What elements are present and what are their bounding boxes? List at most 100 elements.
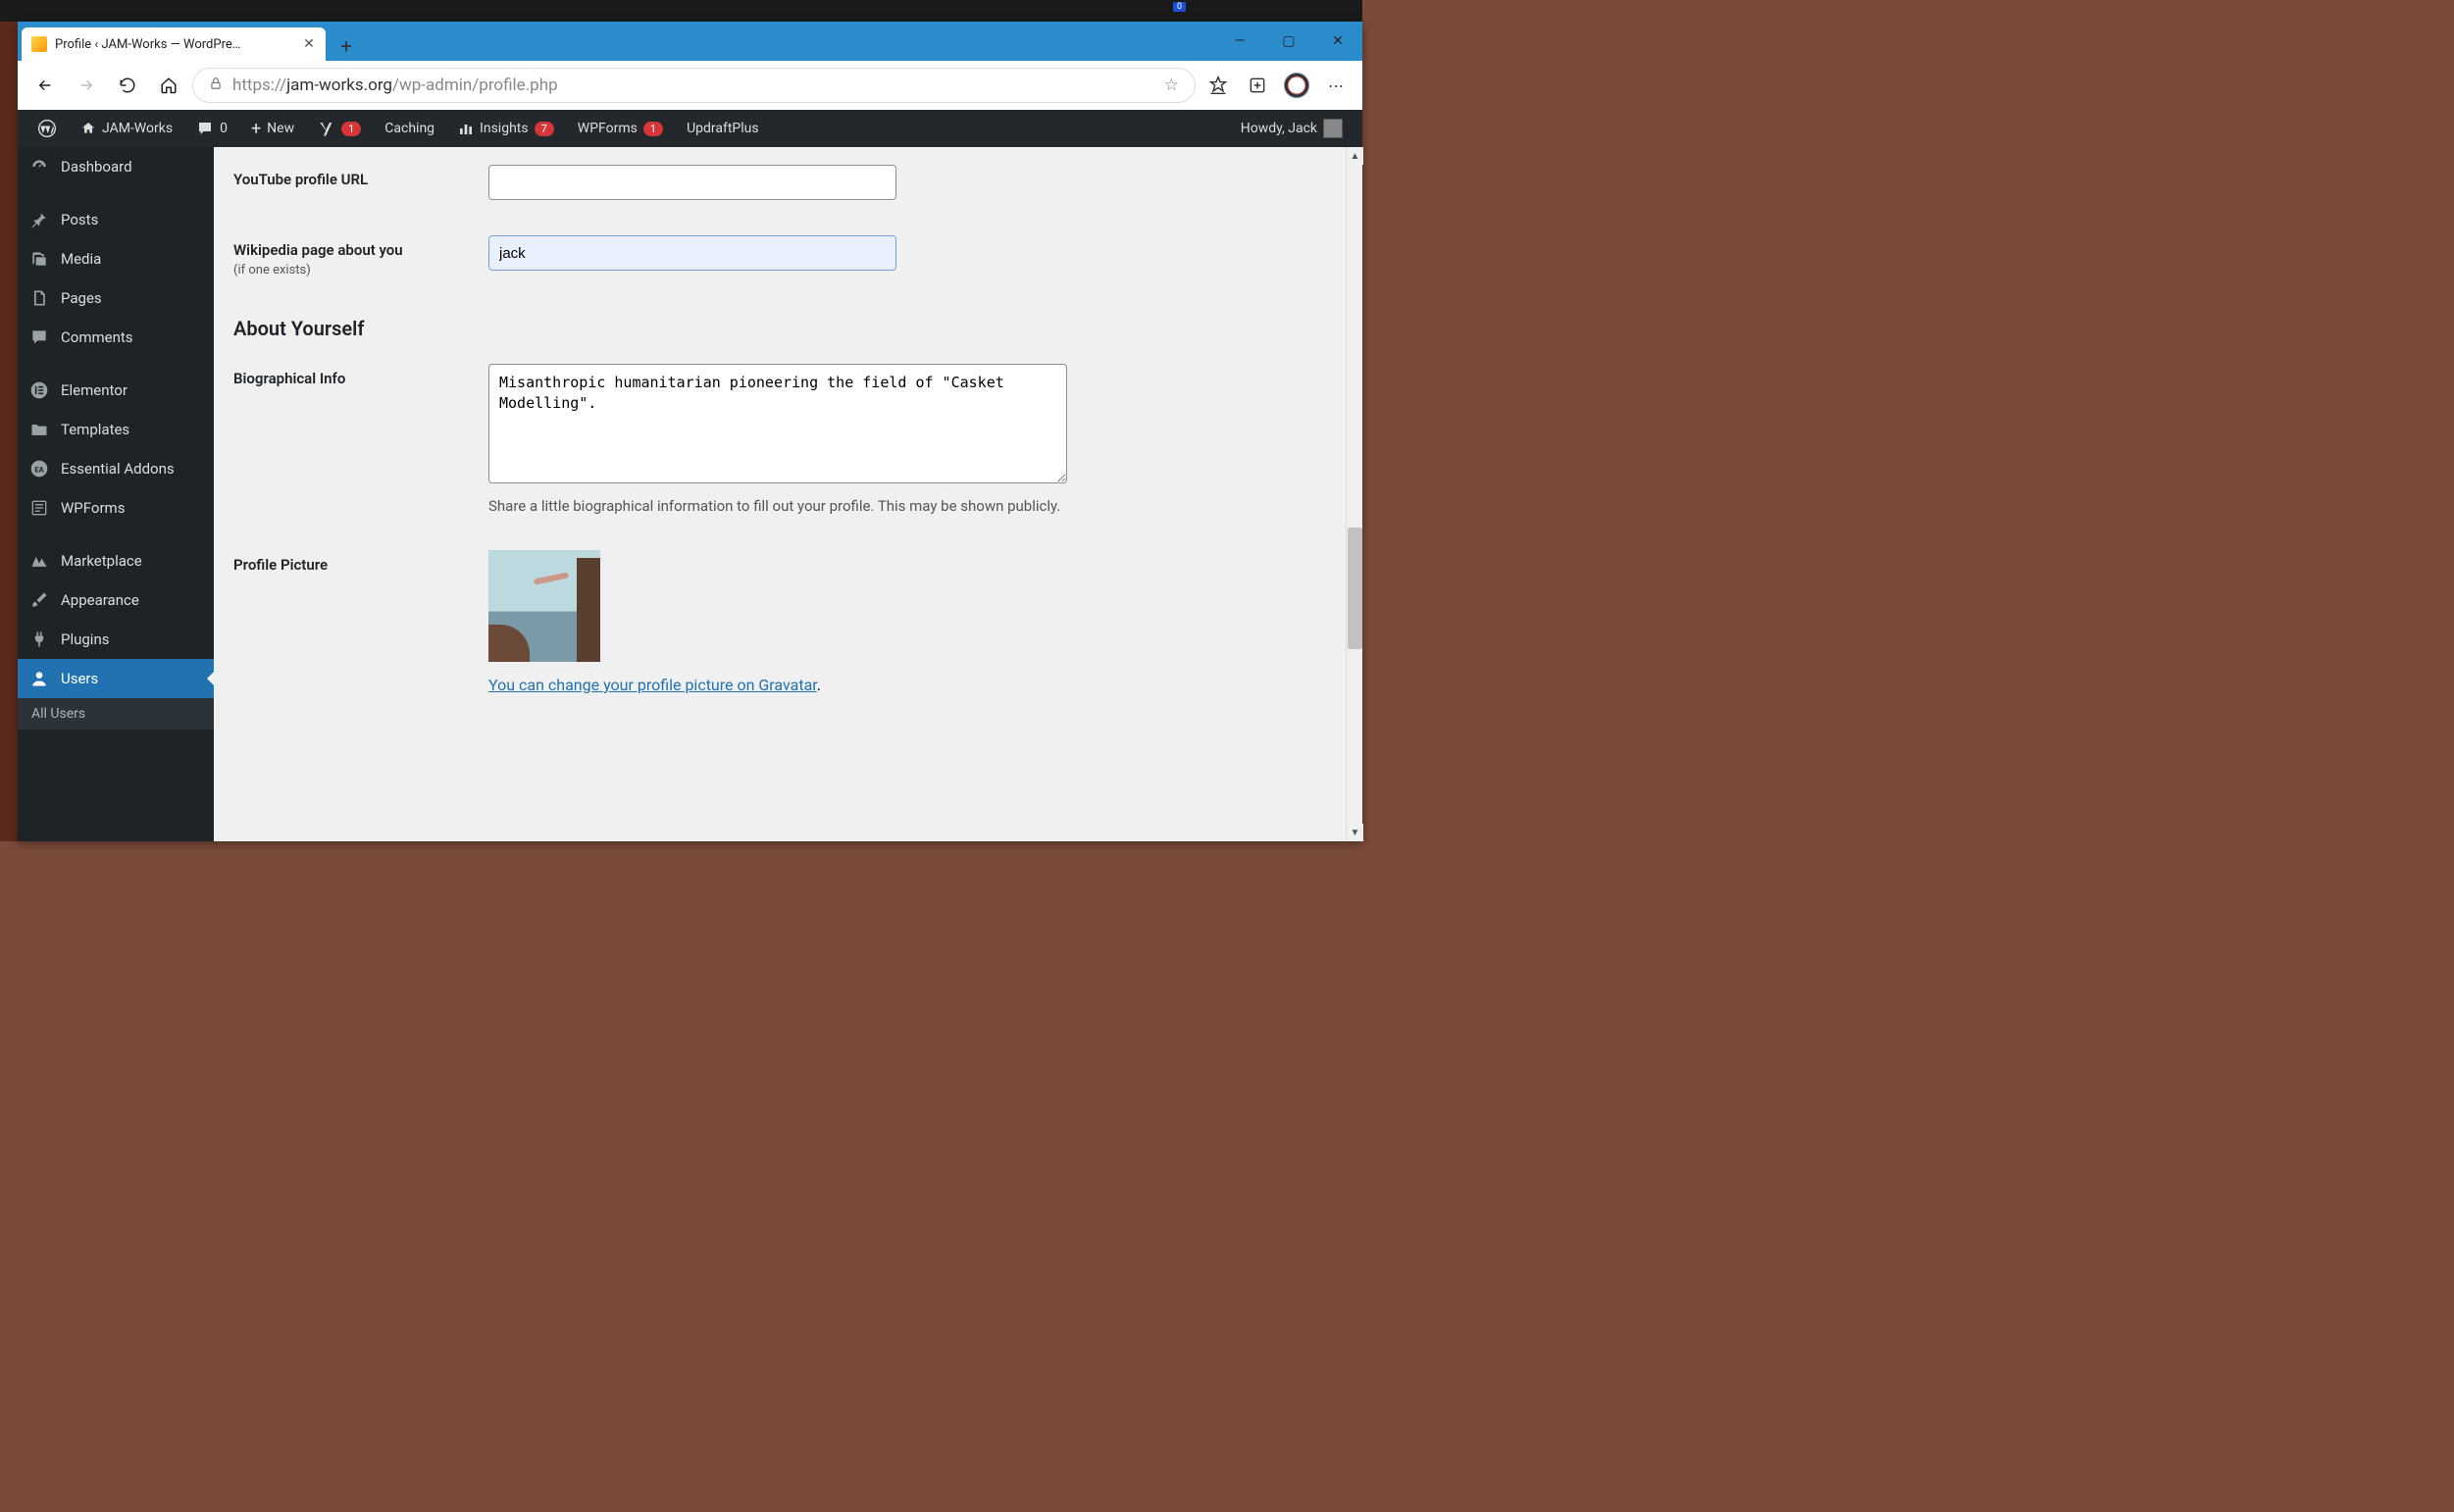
lock-icon: [209, 76, 223, 94]
svg-text:EA: EA: [34, 465, 44, 474]
wpforms-link[interactable]: WPForms1: [568, 110, 673, 147]
page-icon: [29, 288, 49, 308]
sidebar-item-label: Media: [61, 250, 101, 268]
home-button[interactable]: [151, 68, 186, 103]
favorite-star-icon[interactable]: ☆: [1164, 76, 1179, 95]
elementor-icon: [29, 380, 49, 400]
sidebar-item-media[interactable]: Media: [18, 239, 214, 278]
extension-seal-icon[interactable]: [1280, 69, 1313, 102]
youtube-input[interactable]: [488, 165, 896, 200]
tab-close-button[interactable]: ✕: [302, 37, 316, 51]
gravatar-link[interactable]: You can change your profile picture on G…: [488, 676, 817, 694]
browser-tabstrip: Profile ‹ JAM-Works — WordPre… ✕ + — ▢ ✕: [18, 22, 1362, 61]
sidebar-item-appearance[interactable]: Appearance: [18, 580, 214, 620]
sidebar-item-label: Templates: [61, 421, 129, 438]
youtube-label: YouTube profile URL: [233, 165, 488, 188]
sidebar-item-label: Users: [61, 670, 98, 687]
field-row-bio: Biographical Info Share a little biograp…: [233, 346, 1343, 532]
wpforms-icon: [29, 498, 49, 518]
user-icon: [29, 669, 49, 688]
sidebar-item-label: Posts: [61, 211, 98, 228]
sidebar-item-label: Marketplace: [61, 552, 142, 570]
wp-content-area: YouTube profile URL Wikipedia page about…: [214, 110, 1362, 841]
window-maximize-button[interactable]: ▢: [1264, 22, 1313, 61]
vertical-scrollbar[interactable]: ▲ ▼: [1346, 147, 1362, 841]
sidebar-submenu-all-users[interactable]: All Users: [18, 698, 214, 730]
sidebar-item-essential-addons[interactable]: EA Essential Addons: [18, 449, 214, 488]
yoast-link[interactable]: 1: [308, 110, 371, 147]
sidebar-item-label: Essential Addons: [61, 460, 175, 478]
sidebar-item-posts[interactable]: Posts: [18, 200, 214, 239]
brush-icon: [29, 590, 49, 610]
scroll-down-button[interactable]: ▼: [1347, 824, 1363, 841]
sidebar-item-templates[interactable]: Templates: [18, 410, 214, 449]
sidebar-item-label: Elementor: [61, 381, 128, 399]
folder-icon: [29, 420, 49, 439]
bio-textarea[interactable]: [488, 364, 1067, 483]
sidebar-item-label: Appearance: [61, 591, 139, 609]
wpforms-badge: 1: [643, 122, 663, 136]
favicon-icon: [31, 36, 47, 52]
sidebar-item-comments[interactable]: Comments: [18, 318, 214, 357]
sidebar-item-marketplace[interactable]: Marketplace: [18, 541, 214, 580]
menu-button[interactable]: ⋯: [1319, 69, 1353, 102]
favorites-button[interactable]: [1201, 69, 1235, 102]
sidebar-item-wpforms[interactable]: WPForms: [18, 488, 214, 528]
wikipedia-input[interactable]: [488, 235, 896, 271]
collections-button[interactable]: [1241, 69, 1274, 102]
wp-admin-sidebar: Dashboard Posts Media Pages Comments Ele…: [18, 110, 214, 841]
wikipedia-label: Wikipedia page about you(if one exists): [233, 235, 488, 277]
field-row-youtube: YouTube profile URL: [233, 147, 1343, 218]
scroll-up-button[interactable]: ▲: [1347, 147, 1363, 165]
browser-toolbar: https://jam-works.org/wp-admin/profile.p…: [18, 61, 1362, 110]
taskbar-notif-badge: 0: [1173, 2, 1186, 12]
sidebar-item-label: Dashboard: [61, 158, 132, 176]
profile-picture-image: [488, 550, 600, 662]
wordpress-admin: JAM-Works 0 +New 1 Caching Insights7 WPF…: [18, 110, 1362, 841]
browser-window: Profile ‹ JAM-Works — WordPre… ✕ + — ▢ ✕…: [18, 22, 1362, 841]
tab-title: Profile ‹ JAM-Works — WordPre…: [55, 37, 294, 52]
wikipedia-desc: (if one exists): [233, 263, 488, 277]
sidebar-item-dashboard[interactable]: Dashboard: [18, 147, 214, 186]
sidebar-item-users[interactable]: Users: [18, 659, 214, 698]
sidebar-item-label: Plugins: [61, 630, 109, 648]
field-row-wikipedia: Wikipedia page about you(if one exists): [233, 218, 1343, 295]
refresh-button[interactable]: [110, 68, 145, 103]
browser-tab[interactable]: Profile ‹ JAM-Works — WordPre… ✕: [22, 27, 326, 61]
wp-admin-bar: JAM-Works 0 +New 1 Caching Insights7 WPF…: [18, 110, 1362, 147]
sidebar-item-label: Comments: [61, 328, 133, 346]
bio-label: Biographical Info: [233, 364, 488, 387]
yoast-badge: 1: [341, 122, 361, 136]
new-content-link[interactable]: +New: [241, 110, 304, 147]
gravatar-link-suffix: .: [817, 676, 821, 694]
window-close-button[interactable]: ✕: [1313, 22, 1362, 61]
marketplace-icon: [29, 551, 49, 571]
comments-link[interactable]: 0: [186, 110, 237, 147]
scroll-thumb[interactable]: [1348, 528, 1362, 649]
window-minimize-button[interactable]: —: [1215, 22, 1264, 61]
user-avatar-icon: [1323, 119, 1343, 138]
sidebar-item-label: WPForms: [61, 499, 125, 517]
pin-icon: [29, 210, 49, 229]
updraftplus-link[interactable]: UpdraftPlus: [677, 110, 769, 147]
howdy-account[interactable]: Howdy, Jack: [1231, 110, 1353, 147]
sidebar-item-plugins[interactable]: Plugins: [18, 620, 214, 659]
new-tab-button[interactable]: +: [332, 31, 361, 61]
comment-icon: [29, 328, 49, 347]
insights-link[interactable]: Insights7: [448, 110, 564, 147]
back-button[interactable]: [27, 68, 63, 103]
bio-help-text: Share a little biographical information …: [488, 497, 1195, 515]
about-yourself-heading: About Yourself: [233, 295, 1343, 346]
sidebar-item-pages[interactable]: Pages: [18, 278, 214, 318]
forward-button[interactable]: [69, 68, 104, 103]
plug-icon: [29, 630, 49, 649]
media-icon: [29, 249, 49, 269]
insights-badge: 7: [535, 122, 554, 136]
caching-link[interactable]: Caching: [375, 110, 444, 147]
wp-logo-menu[interactable]: [27, 110, 67, 147]
field-row-profile-picture: Profile Picture You can change your prof…: [233, 532, 1343, 712]
site-name-link[interactable]: JAM-Works: [71, 110, 182, 147]
profile-picture-label: Profile Picture: [233, 550, 488, 574]
address-bar[interactable]: https://jam-works.org/wp-admin/profile.p…: [192, 68, 1196, 103]
sidebar-item-elementor[interactable]: Elementor: [18, 371, 214, 410]
